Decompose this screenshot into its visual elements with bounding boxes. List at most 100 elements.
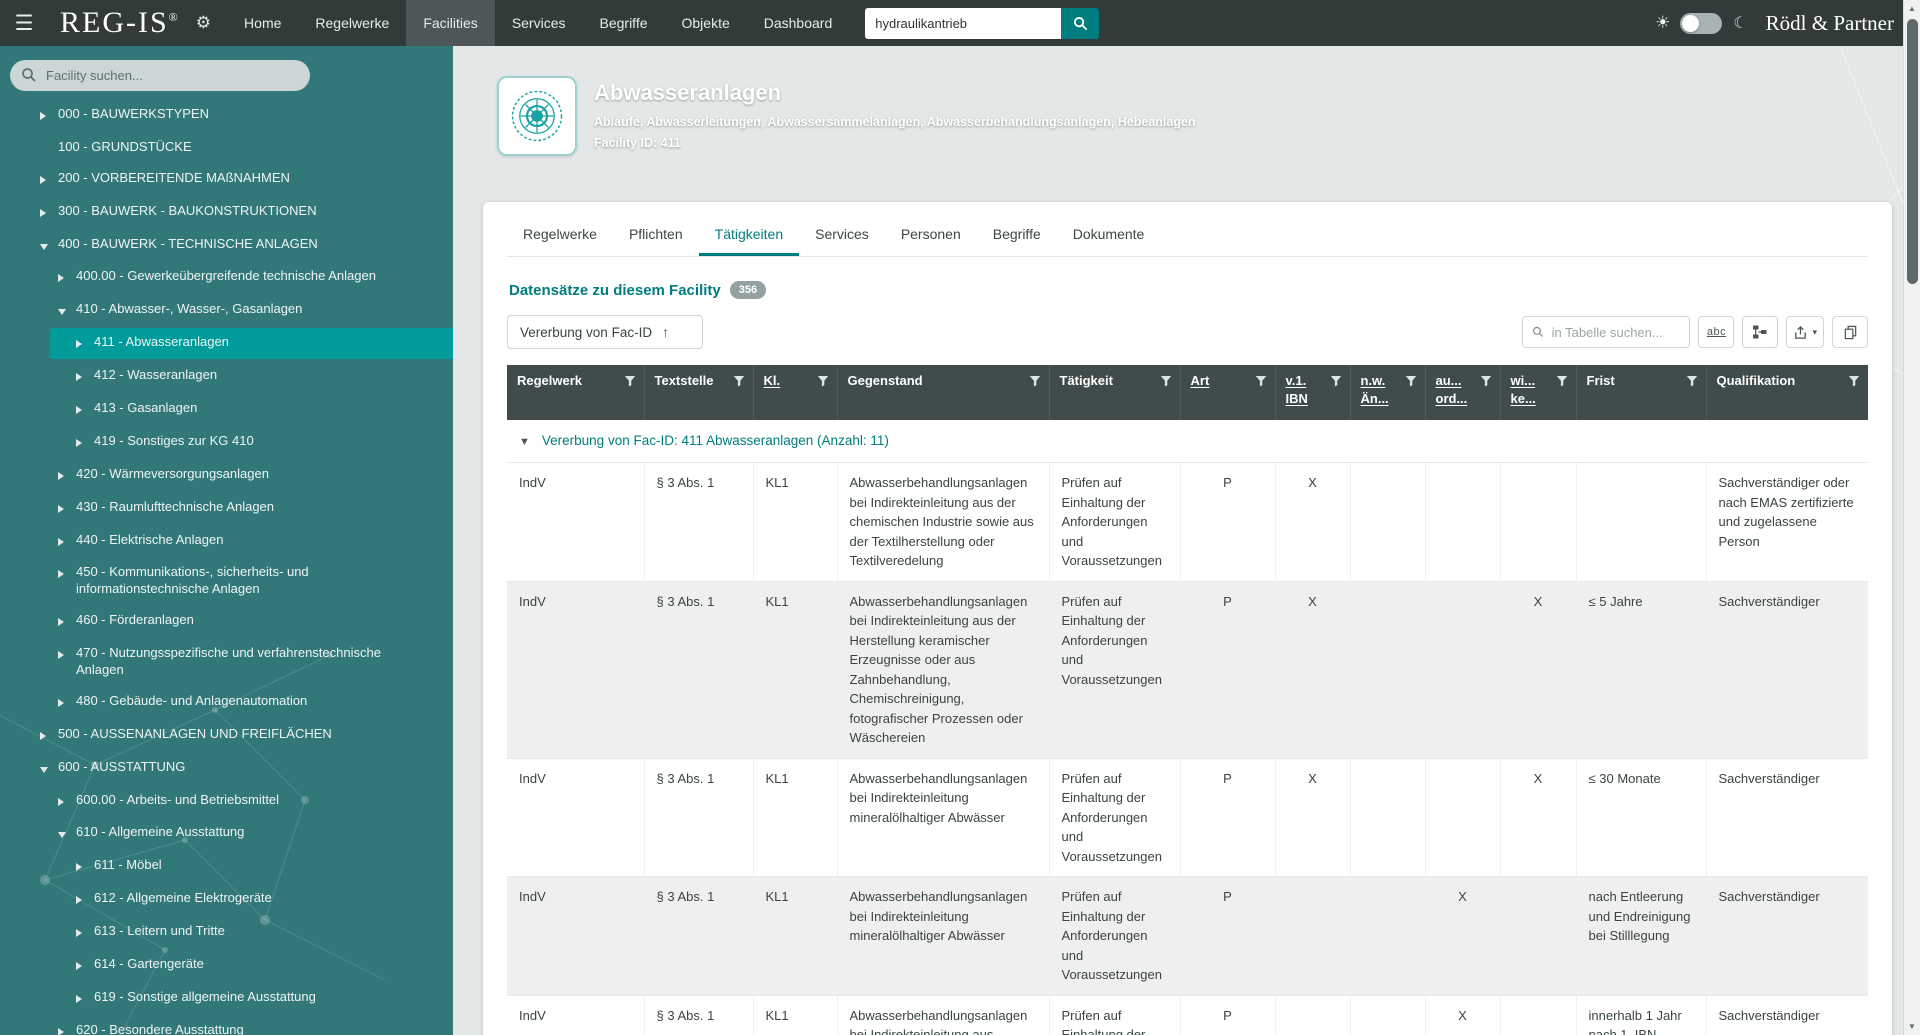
- filter-icon[interactable]: [1556, 375, 1568, 387]
- expand-arrow-icon[interactable]: [76, 925, 94, 942]
- expand-arrow-icon[interactable]: [58, 501, 76, 518]
- expand-arrow-icon[interactable]: [58, 534, 76, 551]
- expand-arrow-icon[interactable]: [58, 695, 76, 712]
- theme-toggle-knob[interactable]: [1682, 14, 1700, 32]
- tree-item[interactable]: 450 - Kommunikations-, sicherheits- und …: [0, 557, 453, 605]
- column-header[interactable]: v.1. IBN: [1275, 365, 1351, 420]
- expand-arrow-icon[interactable]: [40, 172, 58, 189]
- tree-item[interactable]: 619 - Sonstige allgemeine Ausstattung: [0, 982, 453, 1015]
- expand-arrow-icon[interactable]: [40, 728, 58, 745]
- filter-icon[interactable]: [1330, 375, 1342, 387]
- nav-item-facilities[interactable]: Facilities: [406, 0, 495, 46]
- expand-arrow-icon[interactable]: [76, 991, 94, 1008]
- group-collapse-icon[interactable]: ▼: [519, 434, 530, 451]
- expand-arrow-icon[interactable]: [58, 794, 76, 811]
- global-search-button[interactable]: [1061, 7, 1100, 39]
- nav-item-objekte[interactable]: Objekte: [665, 0, 747, 46]
- expand-arrow-icon[interactable]: [58, 614, 76, 631]
- tree-item[interactable]: 419 - Sonstiges zur KG 410: [0, 426, 453, 459]
- tree-item[interactable]: 420 - Wärmeversorgungsanlagen: [0, 459, 453, 492]
- tree-item[interactable]: 100 - GRUNDSTÜCKE: [0, 132, 453, 163]
- tree-item[interactable]: 400 - BAUWERK - TECHNISCHE ANLAGEN: [0, 229, 453, 262]
- scrollbar-thumb[interactable]: [1906, 19, 1918, 284]
- scroll-up-icon[interactable]: ▲: [1904, 0, 1920, 17]
- tab-regelwerke[interactable]: Regelwerke: [507, 212, 613, 256]
- column-header[interactable]: Tätigkeit: [1049, 365, 1181, 420]
- filter-icon[interactable]: [817, 375, 829, 387]
- global-search-input[interactable]: [865, 7, 1062, 39]
- group-row[interactable]: ▼ Vererbung von Fac-ID: 411 Abwasseranlag…: [507, 420, 1868, 464]
- hamburger-menu-icon[interactable]: ☰: [0, 0, 48, 46]
- filter-icon[interactable]: [1255, 375, 1267, 387]
- tree-item[interactable]: 200 - VORBEREITENDE MAßNAHMEN: [0, 163, 453, 196]
- expand-arrow-icon[interactable]: [76, 336, 94, 353]
- tree-item[interactable]: 600 - AUSSTATTUNG: [0, 752, 453, 785]
- tree-item[interactable]: 614 - Gartengeräte: [0, 949, 453, 982]
- theme-toggle[interactable]: [1680, 12, 1723, 34]
- table-row[interactable]: IndV § 3 Abs. 1 KL1 Abwasserbehandlungsanla…: [507, 581, 1868, 759]
- tree-item[interactable]: 613 - Leitern und Tritte: [0, 916, 453, 949]
- tab-services[interactable]: Services: [799, 212, 885, 256]
- expand-arrow-icon[interactable]: [76, 958, 94, 975]
- export-button[interactable]: ▾: [1786, 316, 1824, 348]
- collapse-arrow-icon[interactable]: [58, 826, 76, 843]
- tree-item[interactable]: 411 - Abwasseranlagen: [0, 327, 453, 360]
- tree-item[interactable]: 413 - Gasanlagen: [0, 393, 453, 426]
- column-header[interactable]: Textstelle: [644, 365, 754, 420]
- expand-arrow-icon[interactable]: [76, 435, 94, 452]
- page-scrollbar[interactable]: ▲ ▼: [1903, 0, 1920, 1035]
- table-row[interactable]: IndV § 3 Abs. 1 KL1 Abwasserbehandlungsanla…: [507, 876, 1868, 996]
- collapse-arrow-icon[interactable]: [40, 761, 58, 778]
- facility-search-input[interactable]: [10, 60, 310, 91]
- column-header[interactable]: Kl.: [753, 365, 838, 420]
- tree-item[interactable]: 430 - Raumlufttechnische Anlagen: [0, 492, 453, 525]
- nav-item-dashboard[interactable]: Dashboard: [747, 0, 850, 46]
- tree-item[interactable]: 440 - Elektrische Anlagen: [0, 525, 453, 558]
- tree-item[interactable]: 600.00 - Arbeits- und Betriebsmittel: [0, 785, 453, 818]
- collapse-arrow-icon[interactable]: [58, 303, 76, 320]
- expand-arrow-icon[interactable]: [40, 108, 58, 125]
- expand-arrow-icon[interactable]: [58, 1024, 76, 1035]
- tree-item[interactable]: 400.00 - Gewerkeübergreifende technische…: [0, 261, 453, 294]
- tab-personen[interactable]: Personen: [885, 212, 977, 256]
- tree-item[interactable]: 412 - Wasseranlagen: [0, 360, 453, 393]
- filter-icon[interactable]: [1848, 375, 1860, 387]
- filter-icon[interactable]: [1405, 375, 1417, 387]
- expand-arrow-icon[interactable]: [76, 892, 94, 909]
- column-header[interactable]: n.w. Än...: [1350, 365, 1426, 420]
- expand-arrow-icon[interactable]: [76, 859, 94, 876]
- tree-item[interactable]: 500 - AUSSENANLAGEN UND FREIFLÄCHEN: [0, 719, 453, 752]
- rename-columns-button[interactable]: abc: [1698, 316, 1735, 348]
- scroll-down-icon[interactable]: ▼: [1904, 1018, 1920, 1035]
- nav-item-services[interactable]: Services: [495, 0, 583, 46]
- expand-arrow-icon[interactable]: [58, 647, 76, 664]
- tab-taetigkeiten[interactable]: Tätigkeiten: [698, 212, 800, 256]
- tree-item[interactable]: 410 - Abwasser-, Wasser-, Gasanlagen: [0, 294, 453, 327]
- tab-pflichten[interactable]: Pflichten: [613, 212, 699, 256]
- expand-arrow-icon[interactable]: [58, 270, 76, 287]
- tree-item[interactable]: 480 - Gebäude- und Anlagenautomation: [0, 686, 453, 719]
- column-header[interactable]: au... ord...: [1425, 365, 1501, 420]
- column-header[interactable]: Art: [1180, 365, 1276, 420]
- filter-icon[interactable]: [624, 375, 636, 387]
- expand-arrow-icon[interactable]: [58, 468, 76, 485]
- column-header[interactable]: Gegenstand: [837, 365, 1050, 420]
- tree-item[interactable]: 610 - Allgemeine Ausstattung: [0, 817, 453, 850]
- nav-item-begriffe[interactable]: Begriffe: [583, 0, 665, 46]
- column-header[interactable]: Qualifikation: [1706, 365, 1868, 420]
- tree-item[interactable]: 612 - Allgemeine Elektrogeräte: [0, 883, 453, 916]
- tree-item[interactable]: 611 - Möbel: [0, 850, 453, 883]
- table-row[interactable]: IndV § 3 Abs. 1 KL1 Abwasserbehandlungsanla…: [507, 995, 1868, 1035]
- nav-item-home[interactable]: Home: [227, 0, 298, 46]
- copy-button[interactable]: [1832, 316, 1868, 348]
- tree-item[interactable]: 000 - BAUWERKSTYPEN: [0, 99, 453, 132]
- expand-arrow-icon[interactable]: [40, 205, 58, 222]
- filter-icon[interactable]: [1160, 375, 1172, 387]
- filter-icon[interactable]: [1029, 375, 1041, 387]
- tab-dokumente[interactable]: Dokumente: [1057, 212, 1161, 256]
- collapse-arrow-icon[interactable]: [40, 238, 58, 255]
- column-header[interactable]: wi... ke...: [1500, 365, 1577, 420]
- nav-item-regelwerke[interactable]: Regelwerke: [298, 0, 406, 46]
- tree-item[interactable]: 460 - Förderanlagen: [0, 605, 453, 638]
- expand-arrow-icon[interactable]: [58, 566, 76, 583]
